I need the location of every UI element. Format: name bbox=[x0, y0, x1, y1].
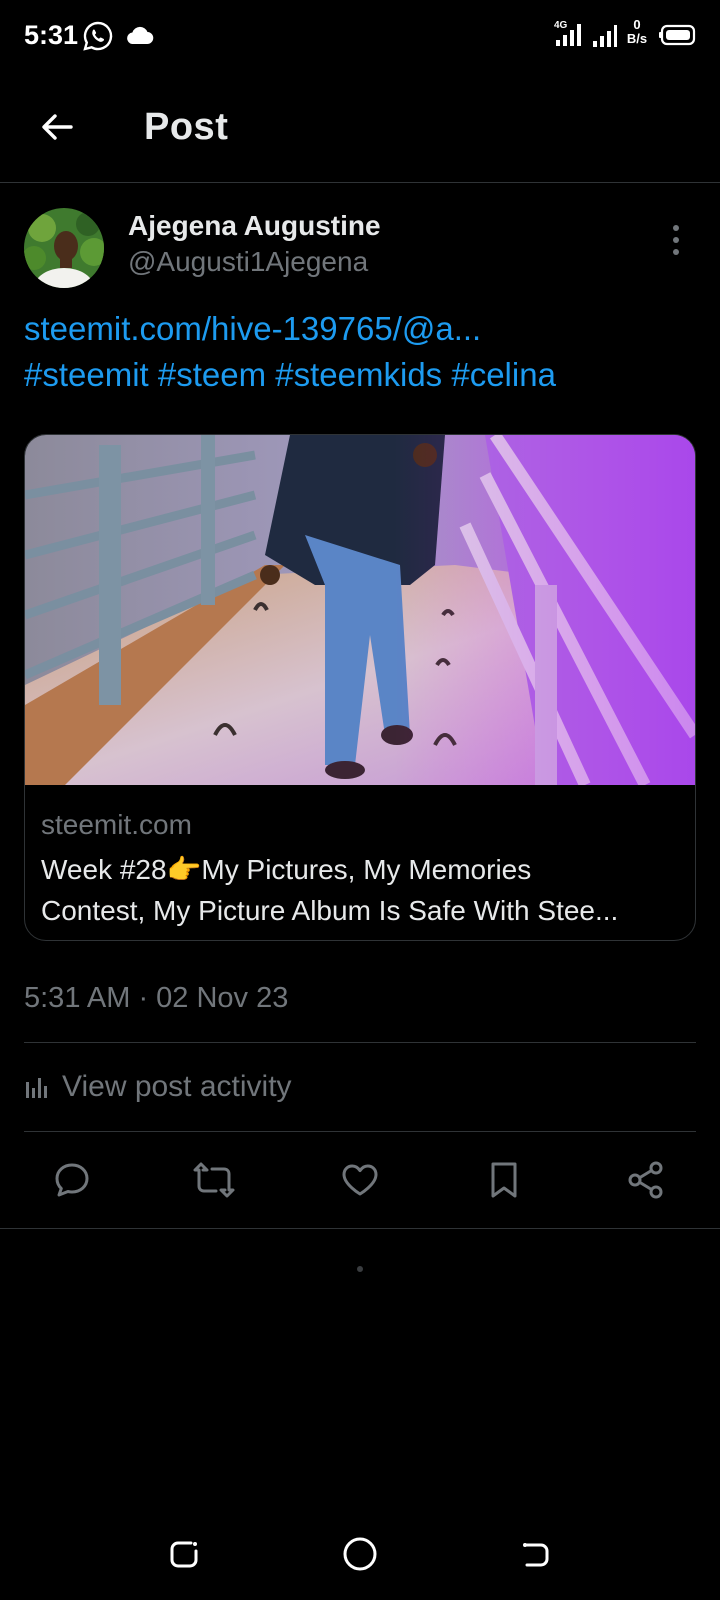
home-icon bbox=[343, 1537, 377, 1571]
author-name[interactable]: Ajegena Augustine bbox=[128, 210, 381, 242]
status-time: 5:31 bbox=[24, 20, 79, 50]
share-button[interactable] bbox=[616, 1150, 676, 1210]
divider bbox=[24, 1042, 696, 1043]
post-link[interactable]: steemit.com/hive-139765/@a... bbox=[24, 306, 704, 352]
card-image bbox=[25, 435, 695, 785]
home-button[interactable] bbox=[338, 1532, 382, 1576]
repost-button[interactable] bbox=[184, 1150, 244, 1210]
network-speed: 0 B/s bbox=[622, 18, 652, 46]
battery-icon bbox=[659, 24, 696, 46]
recent-apps-button[interactable] bbox=[162, 1532, 206, 1576]
more-options-icon[interactable] bbox=[666, 222, 686, 258]
divider bbox=[24, 1131, 696, 1132]
like-button[interactable] bbox=[330, 1150, 390, 1210]
bookmark-icon bbox=[491, 1162, 517, 1198]
card-title-line: Contest, My Picture Album Is Safe With S… bbox=[41, 895, 619, 926]
divider bbox=[0, 1228, 720, 1229]
post-body: steemit.com/hive-139765/@a... #steemit #… bbox=[24, 306, 704, 398]
bookmark-button[interactable] bbox=[474, 1150, 534, 1210]
link-preview-card[interactable]: steemit.com Week #28👉My Pictures, My Mem… bbox=[24, 434, 696, 941]
network-speed-unit: B/s bbox=[626, 31, 648, 46]
network-speed-value: 0 bbox=[633, 17, 641, 32]
post-action-bar bbox=[0, 1150, 720, 1230]
system-navigation-bar bbox=[0, 1510, 720, 1600]
top-app-bar: Post bbox=[0, 72, 720, 183]
analytics-icon bbox=[26, 1078, 47, 1098]
view-post-activity-button[interactable]: View post activity bbox=[24, 1070, 292, 1104]
post-hashtags[interactable]: #steemit #steem #steemkids #celina bbox=[24, 352, 704, 398]
card-title-line: Week #28👉My Pictures, My Memories bbox=[41, 854, 532, 885]
page-title: Post bbox=[144, 106, 229, 148]
reply-icon bbox=[55, 1163, 89, 1197]
reply-button[interactable] bbox=[42, 1150, 102, 1210]
whatsapp-icon bbox=[83, 21, 113, 51]
card-domain: steemit.com bbox=[41, 809, 192, 840]
cloud-icon bbox=[127, 26, 154, 45]
author-handle[interactable]: @Augusti1Ajegena bbox=[128, 246, 368, 278]
card-title: Week #28👉My Pictures, My Memories Contes… bbox=[41, 849, 681, 931]
back-nav-button[interactable] bbox=[514, 1532, 558, 1576]
like-icon bbox=[342, 1164, 378, 1196]
activity-label: View post activity bbox=[62, 1070, 292, 1103]
svg-text:4G: 4G bbox=[554, 20, 568, 31]
signal-icon: 4G bbox=[554, 20, 581, 46]
back-nav-icon bbox=[523, 1543, 549, 1567]
share-icon bbox=[628, 1161, 663, 1199]
post-timestamp[interactable]: 5:31 AM · 02 Nov 23 bbox=[24, 982, 288, 1015]
loading-indicator bbox=[357, 1266, 363, 1272]
status-bar: 5:31 4G 0 B/s bbox=[0, 0, 720, 72]
back-button[interactable] bbox=[32, 102, 82, 152]
signal-icon bbox=[593, 25, 617, 47]
recent-apps-icon bbox=[170, 1541, 198, 1568]
avatar[interactable] bbox=[24, 208, 104, 288]
arrow-left-icon bbox=[42, 114, 73, 140]
repost-icon bbox=[193, 1162, 235, 1198]
